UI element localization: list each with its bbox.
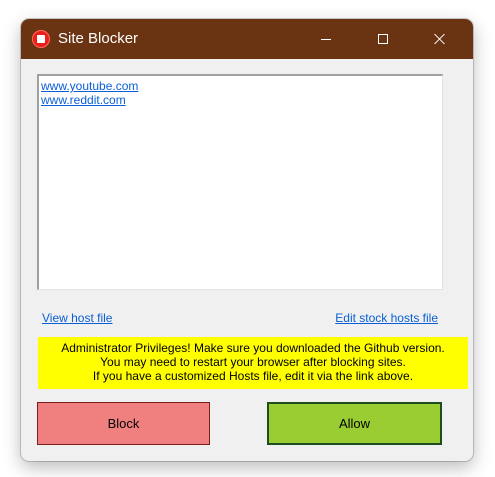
notice-line: Administrator Privileges! Make sure you … (61, 341, 445, 355)
view-host-file-link[interactable]: View host file (42, 311, 112, 325)
close-icon (434, 33, 446, 45)
maximize-button[interactable] (360, 19, 406, 59)
window-title: Site Blocker (58, 30, 139, 47)
site-link[interactable]: www.reddit.com (41, 93, 440, 107)
allow-button-label: Allow (338, 416, 371, 431)
stop-icon (32, 30, 50, 48)
minimize-button[interactable] (303, 19, 349, 59)
block-button[interactable]: Block (37, 402, 210, 445)
maximize-icon (378, 34, 388, 44)
site-blocker-window: Site Blocker www.youtube.com www.reddit.… (21, 19, 473, 461)
title-bar[interactable]: Site Blocker (21, 19, 473, 59)
admin-notice: Administrator Privileges! Make sure you … (38, 337, 468, 389)
minimize-icon (321, 38, 331, 40)
allow-button[interactable]: Allow (267, 402, 442, 445)
notice-line: If you have a customized Hosts file, edi… (92, 369, 414, 383)
sites-listbox[interactable]: www.youtube.com www.reddit.com (37, 74, 443, 290)
site-link[interactable]: www.youtube.com (41, 79, 440, 93)
edit-stock-hosts-link[interactable]: Edit stock hosts file (335, 311, 438, 325)
block-button-label: Block (107, 416, 140, 431)
close-button[interactable] (417, 19, 463, 59)
notice-line: You may need to restart your browser aft… (100, 355, 406, 369)
